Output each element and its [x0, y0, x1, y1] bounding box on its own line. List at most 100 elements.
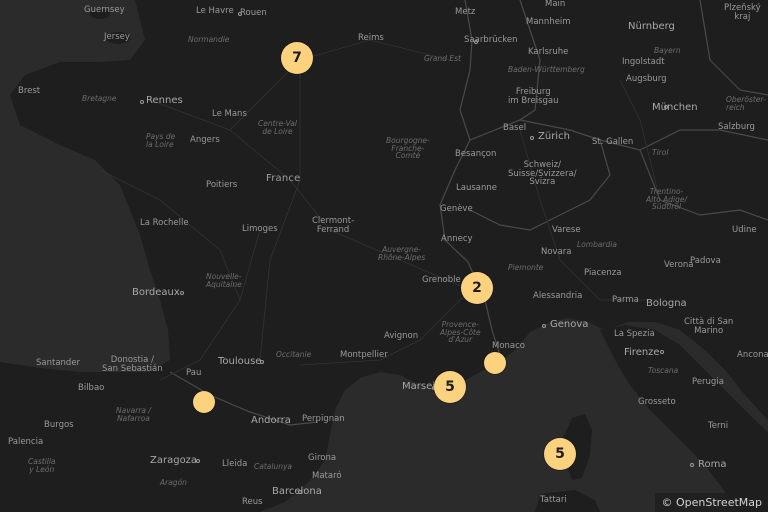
label-udine: Udine	[732, 225, 757, 235]
label-toulouse: Toulouse	[218, 356, 262, 367]
label-limoges: Limoges	[242, 224, 278, 234]
label-jersey: Jersey	[104, 32, 130, 42]
label-clermont: Clermont- Ferrand	[312, 216, 355, 235]
cluster-marker-corsica[interactable]: 5	[544, 438, 576, 470]
label-bordeaux: Bordeaux	[132, 287, 180, 298]
label-lombardia: Lombardia	[577, 240, 617, 249]
label-freiburg: Freiburg im Breisgau	[508, 87, 559, 106]
map-attribution[interactable]: © OpenStreetMap	[655, 493, 768, 512]
label-nouvelle-aquitaine: Nouvelle- Aquitaine	[206, 272, 242, 289]
label-france: France	[266, 173, 301, 184]
label-piemonte: Piemonte	[508, 263, 544, 272]
label-navarra: Navarra / Nafarroa	[116, 406, 151, 423]
label-grosseto: Grosseto	[638, 397, 676, 407]
label-roma: Roma	[698, 459, 727, 470]
label-salzburg: Salzburg	[718, 122, 755, 132]
label-basel: Basel	[503, 123, 527, 133]
label-reus: Reus	[242, 497, 263, 507]
label-novara: Novara	[541, 247, 572, 257]
label-grenoble: Grenoble	[422, 275, 461, 285]
label-palencia: Palencia	[8, 437, 44, 447]
label-avignon: Avignon	[384, 331, 419, 341]
label-la-rochelle: La Rochelle	[140, 218, 189, 228]
label-centre: Centre-Val de Loire	[258, 119, 297, 136]
label-montpellier: Montpellier	[340, 350, 388, 360]
label-firenze: Firenze	[624, 347, 660, 358]
label-perpignan: Perpignan	[302, 414, 345, 424]
city-dot	[474, 40, 478, 44]
label-catalunya: Catalunya	[254, 462, 292, 471]
label-bayern: Bayern	[654, 46, 681, 55]
label-nurnberg: Nürnberg	[628, 21, 675, 32]
label-oberosterreich: Oberöster- reich	[726, 95, 766, 112]
label-rouen: Rouen	[240, 8, 267, 18]
label-tattari: Tattari	[540, 495, 567, 505]
label-monaco: Monaco	[492, 341, 526, 351]
label-padova: Padova	[690, 256, 721, 266]
label-zaragoza: Zaragoza	[150, 455, 198, 466]
label-perugia: Perugia	[692, 377, 724, 387]
label-aragon: Aragón	[160, 478, 187, 487]
label-munchen: München	[652, 102, 698, 113]
cluster-marker-pau[interactable]	[193, 391, 215, 413]
label-besancon: Besançon	[455, 149, 497, 159]
city-dot	[530, 136, 534, 140]
label-terni: Terni	[708, 421, 729, 431]
label-varese: Varese	[552, 225, 581, 235]
cluster-marker-grenoble[interactable]: 2	[461, 272, 493, 304]
label-rennes: Rennes	[146, 95, 183, 106]
map-container[interactable]: Guernsey Jersey Brest Bretagne Rennes Le…	[0, 0, 768, 512]
label-santander: Santander	[36, 358, 81, 368]
city-dot	[260, 360, 264, 364]
label-girona: Girona	[308, 453, 337, 463]
label-la-spezia: La Spezia	[614, 329, 655, 339]
label-provence: Provence- Alpes-Côte d'Azur	[440, 320, 481, 344]
label-alessandria: Alessandria	[533, 291, 583, 301]
cluster-marker-monaco[interactable]	[484, 352, 506, 374]
label-plzensky: Plzeňský kraj	[724, 3, 761, 22]
label-metz: Metz	[455, 7, 476, 17]
label-mannheim: Mannheim	[526, 17, 571, 27]
label-ingolstadt: Ingolstadt	[622, 57, 665, 67]
label-andorra: Andorra	[251, 415, 291, 426]
city-dot	[298, 490, 302, 494]
city-dot	[180, 291, 184, 295]
label-genova: Genova	[550, 319, 589, 330]
city-dot	[196, 459, 200, 463]
label-main: Main	[545, 0, 566, 9]
city-dot	[238, 12, 242, 16]
cluster-marker-marseille[interactable]: 5	[434, 371, 466, 403]
city-dot	[140, 100, 144, 104]
label-bretagne: Bretagne	[82, 94, 117, 103]
label-le-mans: Le Mans	[212, 109, 247, 119]
cluster-marker-paris[interactable]: 7	[281, 42, 313, 74]
label-trentino: Trentino- Alto Adige/ Südtirol	[646, 187, 688, 211]
label-zurich: Zürich	[538, 131, 570, 142]
label-pays-loire: Pays de la Loire	[146, 132, 176, 149]
label-donostia: Donostia / San Sebastián	[102, 355, 163, 374]
city-dot	[542, 324, 546, 328]
label-st-gallen: St. Gallen	[592, 137, 634, 147]
label-schweiz: Schweiz/ Suisse/Svizzera/ Svizra	[508, 160, 577, 187]
label-le-havre: Le Havre	[196, 6, 234, 16]
label-castilla: Castilla y León	[28, 457, 56, 474]
city-dot	[660, 350, 664, 354]
label-guernsey: Guernsey	[84, 5, 125, 15]
label-bourgogne: Bourgogne- Franche- Comté	[386, 136, 430, 160]
city-dot	[690, 463, 694, 467]
label-bologna: Bologna	[646, 298, 687, 309]
label-annecy: Annecy	[441, 234, 473, 244]
label-tirol: Tirol	[652, 148, 669, 157]
label-parma: Parma	[612, 295, 639, 305]
label-lleida: Lleida	[222, 459, 248, 469]
label-burgos: Burgos	[44, 420, 74, 430]
label-pau: Pau	[186, 368, 202, 378]
label-baden: Baden-Württemberg	[508, 65, 585, 74]
label-augsburg: Augsburg	[626, 74, 667, 84]
label-normandie: Normandie	[188, 35, 230, 44]
label-geneve: Genève	[440, 204, 473, 214]
label-poitiers: Poitiers	[206, 180, 238, 190]
city-dot	[664, 105, 668, 109]
label-ancona: Ancona	[737, 350, 768, 360]
label-brest: Brest	[18, 86, 41, 96]
